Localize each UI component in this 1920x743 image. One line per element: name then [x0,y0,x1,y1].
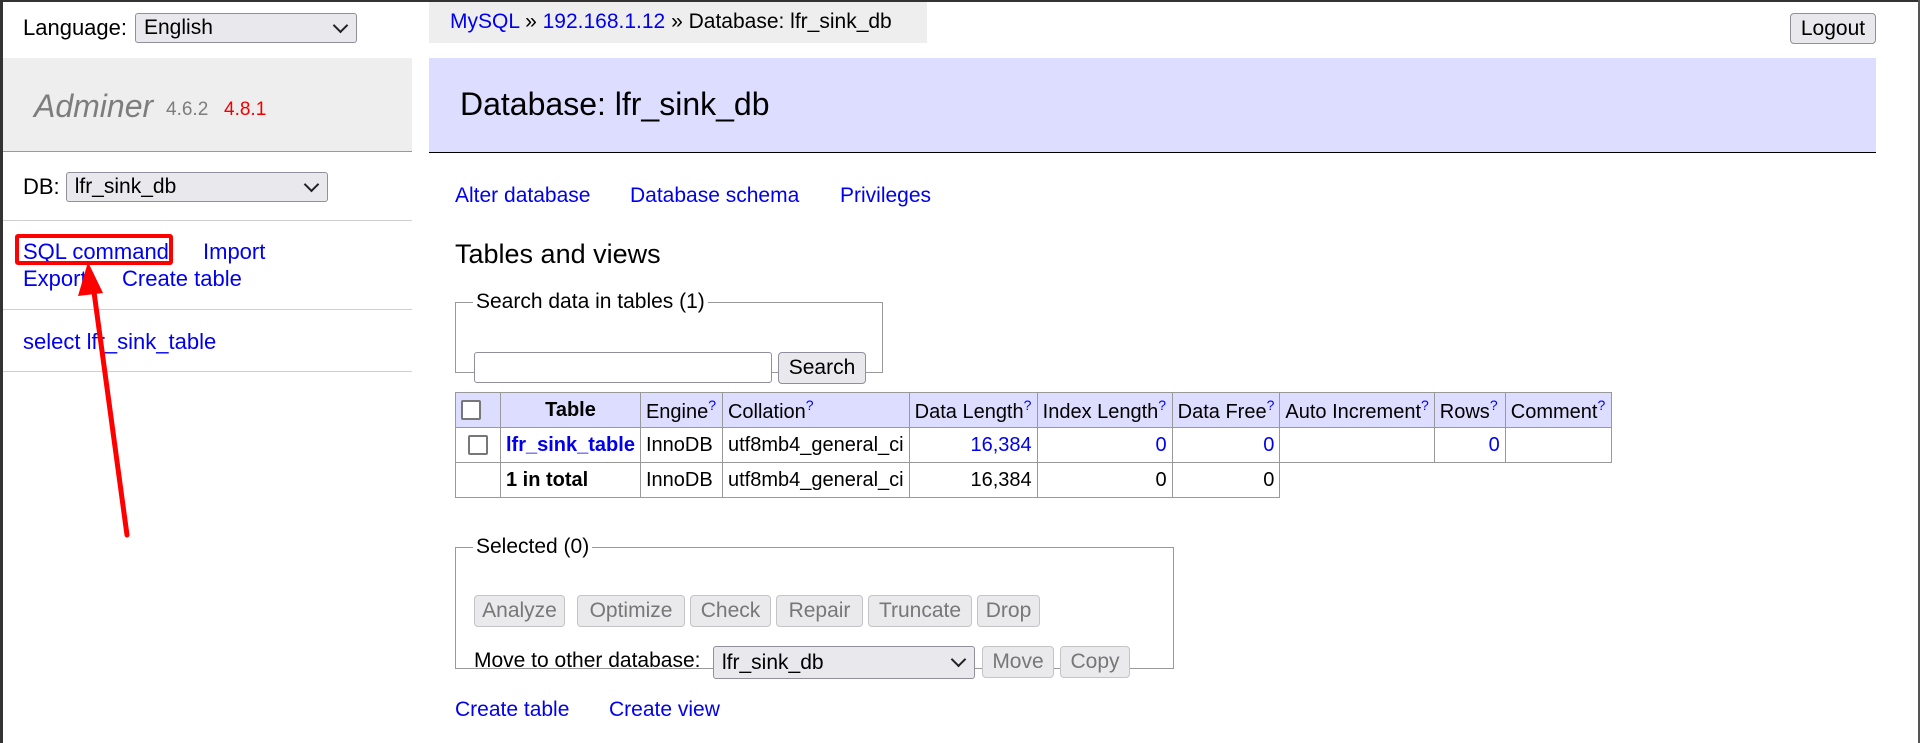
create-table-link[interactable]: Create table [455,698,569,722]
page-header: Database: lfr_sink_db [429,58,1876,153]
help-link[interactable]: ? [708,397,716,413]
table-header-row: Table Engine? Collation? Data Length? In… [455,392,1612,428]
sidebar-divider [3,220,412,221]
help-link[interactable]: ? [1158,397,1166,413]
column-header: Table [500,392,641,428]
total-engine: InnoDB [639,462,723,498]
alter-database-link[interactable]: Alter database [455,184,590,208]
total-collation: utf8mb4_general_ci [721,462,910,498]
column-header: Rows? [1433,392,1506,428]
language-row: Language: English [23,11,357,45]
total-data-length: 16,384 [908,462,1038,498]
import-link[interactable]: Import [203,239,265,265]
highlight-box [15,234,173,265]
new-version-link[interactable]: 4.8.1 [224,99,266,121]
check-button[interactable]: Check [690,595,771,627]
total-index-length: 0 [1036,462,1173,498]
column-header: Comment? [1504,392,1612,428]
language-label: Language: [23,15,127,40]
engine-cell: InnoDB [639,427,723,463]
move-database-select[interactable]: lfr_sink_db [713,646,975,679]
breadcrumb-system-link[interactable]: MySQL [450,10,519,33]
tables-table: Table Engine? Collation? Data Length? In… [455,392,1612,498]
db-value: lfr_sink_db [74,175,177,198]
help-link[interactable]: ? [1421,397,1429,413]
total-empty-cell [455,462,501,498]
sidebar-divider [3,371,412,372]
database-schema-link[interactable]: Database schema [630,184,799,208]
language-select[interactable]: English [135,13,357,43]
chevron-down-icon [950,651,967,668]
total-data-free: 0 [1171,462,1281,498]
help-link[interactable]: ? [1598,397,1606,413]
move-label: Move to other database: [474,649,701,672]
help-link[interactable]: ? [1024,397,1032,413]
column-header: Index Length? [1036,392,1173,428]
breadcrumb-current: Database: lfr_sink_db [688,10,892,33]
select-all-cell [455,392,501,428]
column-header: Data Length? [908,392,1038,428]
total-filler [1280,463,1611,498]
db-row: DB: lfr_sink_db [23,170,328,204]
app-version: 4.6.2 [166,99,209,120]
sidebar-create-table-link[interactable]: Create table [122,266,242,292]
move-button[interactable]: Move [982,646,1054,678]
column-header: Collation? [721,392,910,428]
search-input[interactable] [474,352,772,383]
breadcrumb-separator: » [525,10,537,33]
db-select[interactable]: lfr_sink_db [65,172,328,202]
collation-cell: utf8mb4_general_ci [721,427,910,463]
auto-increment-cell [1279,427,1435,463]
data-length-link[interactable]: 16,384 [908,427,1038,463]
analyze-button[interactable]: Analyze [474,595,565,627]
index-length-link[interactable]: 0 [1036,427,1173,463]
comment-cell [1504,427,1612,463]
table-row: lfr_sink_table InnoDB utf8mb4_general_ci… [455,427,1612,463]
total-label: 1 in total [500,462,641,498]
column-header: Engine? [639,392,723,428]
optimize-button[interactable]: Optimize [577,595,685,627]
db-label: DB: [23,174,60,199]
help-link[interactable]: ? [806,397,814,413]
select-all-checkbox[interactable] [461,400,481,421]
privileges-link[interactable]: Privileges [840,184,931,208]
copy-button[interactable]: Copy [1060,646,1130,678]
search-button[interactable]: Search [778,352,866,384]
selected-fieldset: Selected (0) Analyze Optimize Check Repa… [455,535,1174,679]
help-link[interactable]: ? [1267,397,1275,413]
logout-button[interactable]: Logout [1790,13,1876,44]
column-header: Data Free? [1171,392,1281,428]
help-link[interactable]: ? [1490,397,1498,413]
create-view-link[interactable]: Create view [609,698,720,722]
rows-link[interactable]: 0 [1433,427,1506,463]
breadcrumb: MySQL » 192.168.1.12 » Database: lfr_sin… [429,2,927,43]
app-logo[interactable]: Adminer [34,88,153,125]
search-legend: Search data in tables (1) [476,290,705,313]
chevron-down-icon [303,176,319,192]
sidebar-table-link[interactable]: select lfr_sink_table [23,329,216,355]
breadcrumb-separator: » [671,10,683,33]
drop-button[interactable]: Drop [977,595,1040,627]
repair-button[interactable]: Repair [776,595,863,627]
export-link[interactable]: Export [23,266,87,292]
row-checkbox-cell [455,427,501,463]
tables-heading: Tables and views [455,239,661,269]
chevron-down-icon [332,17,349,33]
breadcrumb-server-link[interactable]: 192.168.1.12 [543,10,666,33]
row-checkbox[interactable] [468,435,488,456]
table-name-link[interactable]: lfr_sink_table [500,427,641,463]
window-top-border [0,0,1920,2]
selected-legend: Selected (0) [476,535,590,558]
page-title: Database: lfr_sink_db [460,86,770,122]
language-value: English [144,16,213,39]
data-free-link[interactable]: 0 [1171,427,1281,463]
column-header: Auto Increment? [1279,392,1435,428]
truncate-button[interactable]: Truncate [868,595,972,627]
sidebar-divider [3,309,412,310]
total-row: 1 in total InnoDB utf8mb4_general_ci 16,… [455,462,1612,498]
search-fieldset: Search data in tables (1) Search [455,290,883,384]
move-database-value: lfr_sink_db [722,650,824,674]
logo-box: Adminer 4.6.2 4.8.1 [3,58,412,152]
